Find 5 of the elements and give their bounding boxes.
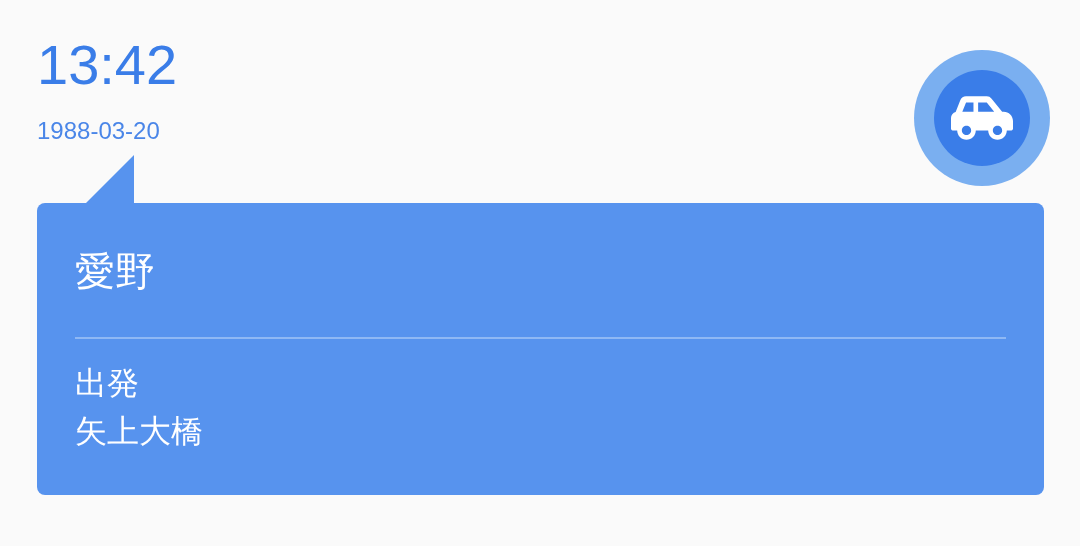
place-text: 矢上大橋 xyxy=(75,411,204,452)
card-title: 愛野 xyxy=(75,247,156,296)
clock-time: 13:42 xyxy=(37,32,178,98)
event-text: 出発 xyxy=(75,363,140,404)
date-text: 1988-03-20 xyxy=(37,116,161,146)
